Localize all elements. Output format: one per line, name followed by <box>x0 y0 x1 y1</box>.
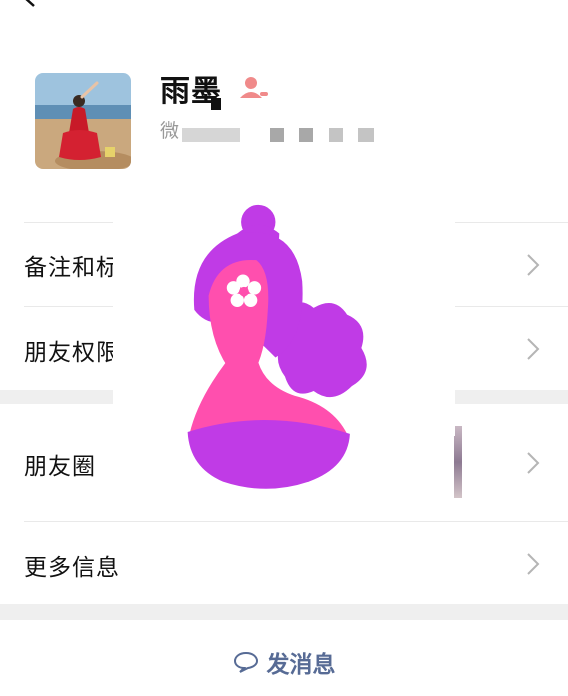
chevron-right-icon[interactable] <box>526 451 540 475</box>
name-cursor <box>211 98 221 110</box>
blurred-id-part <box>182 128 240 142</box>
wechat-id-prefix: 微 <box>160 120 180 142</box>
pink-woman-logo <box>187 204 367 489</box>
blurred-id-part <box>299 128 313 142</box>
send-message-button[interactable]: 发消息 <box>0 640 568 684</box>
row-label-moments[interactable]: 朋友圈 <box>24 447 96 481</box>
blurred-id-part <box>329 128 343 142</box>
blurred-id-part <box>270 128 284 142</box>
row-label-more-info[interactable]: 更多信息 <box>24 548 120 582</box>
back-icon[interactable] <box>18 0 40 8</box>
moments-thumbnail[interactable] <box>454 426 462 498</box>
section-gap <box>0 604 568 620</box>
row-label-permissions[interactable]: 朋友权限 <box>24 333 120 367</box>
blurred-id-part <box>358 128 374 142</box>
chevron-right-icon[interactable] <box>526 337 540 361</box>
divider <box>24 521 568 522</box>
chat-bubble-icon <box>233 651 258 673</box>
avatar[interactable] <box>35 73 131 169</box>
female-user-icon <box>240 77 268 98</box>
chevron-right-icon[interactable] <box>526 552 540 576</box>
send-message-label: 发消息 <box>266 652 336 678</box>
chevron-right-icon[interactable] <box>526 253 540 277</box>
